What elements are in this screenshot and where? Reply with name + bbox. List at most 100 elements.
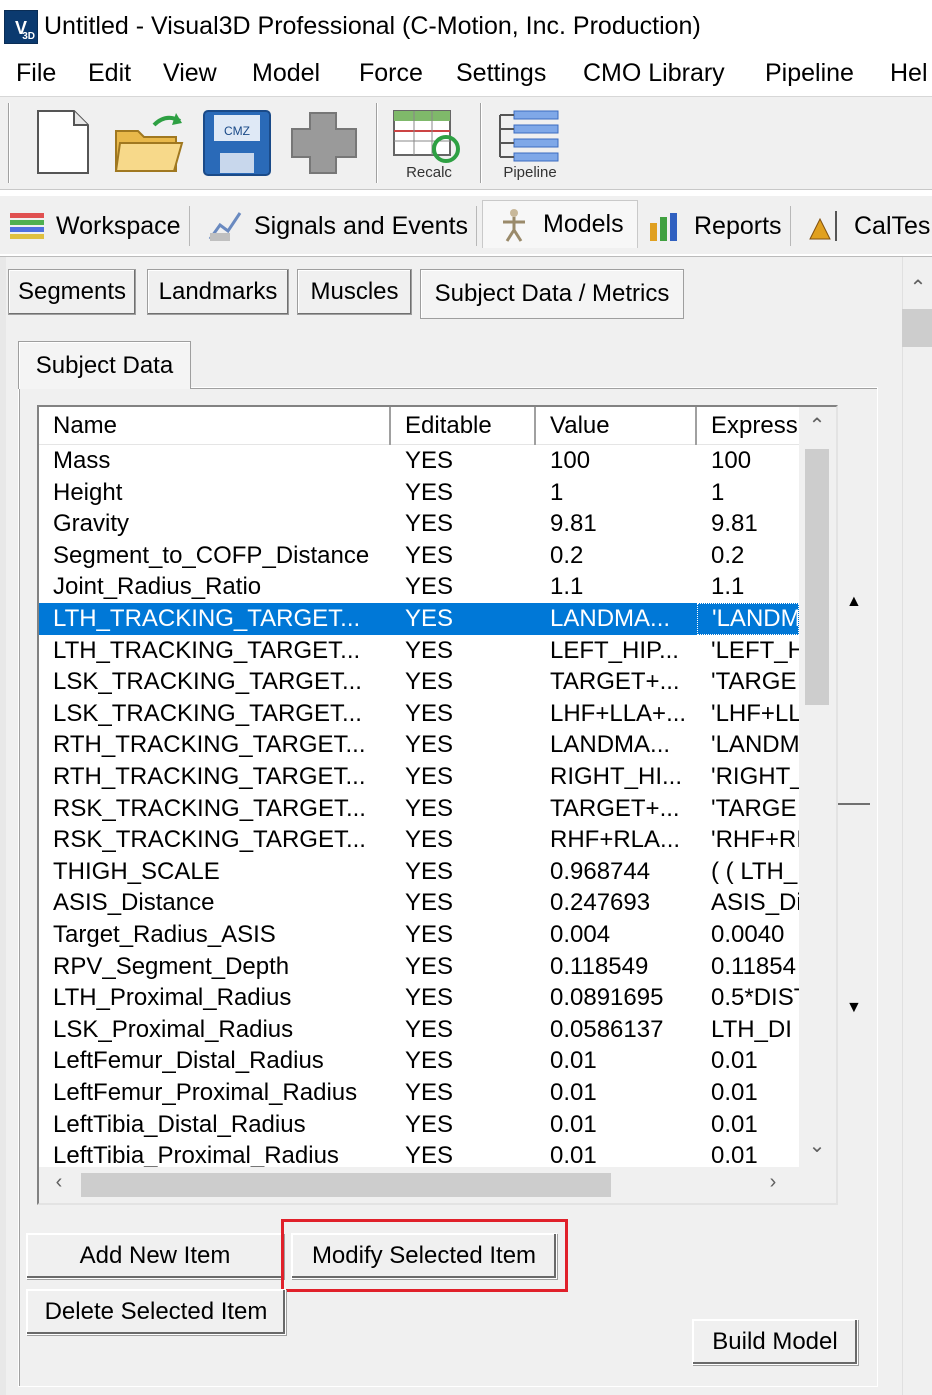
subtab-segments[interactable]: Segments (8, 269, 136, 315)
open-file-button[interactable] (110, 105, 186, 181)
panel-scrollbar[interactable] (902, 257, 932, 1395)
table-row[interactable]: LeftTibia_Proximal_Radius YES 0.01 0.01 (39, 1140, 799, 1167)
table-row[interactable]: LeftTibia_Distal_Radius YES 0.01 0.01 (39, 1109, 799, 1141)
subtab-subject-data-metrics[interactable]: Subject Data / Metrics (420, 269, 684, 319)
menu-force[interactable]: Force (359, 59, 423, 88)
table-row[interactable]: ASIS_Distance YES 0.247693 ASIS_Di (39, 887, 799, 919)
table-row[interactable]: RTH_TRACKING_TARGET... YES LANDMA... 'LANDM (39, 729, 799, 761)
recalc-button[interactable]: Recalc (388, 105, 470, 181)
cell-name: Mass (53, 447, 111, 474)
menu-file[interactable]: File (16, 59, 56, 88)
table-horizontal-thumb[interactable] (81, 1173, 611, 1197)
menu-cmo-library[interactable]: CMO Library (583, 59, 725, 88)
menu-edit[interactable]: Edit (88, 59, 131, 88)
cell-expression: 'LANDM (711, 731, 799, 759)
table-row[interactable]: Target_Radius_ASIS YES 0.004 0.0040 (39, 919, 799, 951)
tab-models[interactable]: Models (482, 200, 638, 248)
cell-editable: YES (405, 889, 454, 917)
cell-name: RSK_TRACKING_TARGET... (53, 826, 366, 854)
table-row[interactable]: LeftFemur_Proximal_Radius YES 0.01 0.01 (39, 1077, 799, 1109)
table-row[interactable]: RPV_Segment_Depth YES 0.118549 0.11854 (39, 951, 799, 983)
panel-scroll-thumb[interactable] (902, 309, 932, 347)
cell-editable: YES (405, 573, 454, 601)
panel-scroll-up-icon[interactable]: ⌃ (906, 275, 930, 300)
subtab-muscles[interactable]: Muscles (297, 269, 412, 315)
menu-pipeline[interactable]: Pipeline (765, 59, 854, 88)
pipeline-button[interactable]: Pipeline (490, 105, 570, 181)
table-row[interactable]: RSK_TRACKING_TARGET... YES RHF+RLA... 'RHF+… (39, 824, 799, 856)
tab-workspace[interactable]: Workspace (8, 206, 190, 246)
table-row[interactable]: LeftFemur_Distal_Radius YES 0.01 0.01 (39, 1045, 799, 1077)
cell-expression: 0.01 (711, 1047, 758, 1075)
models-panel: Segments Landmarks Muscles Subject Data … (0, 256, 932, 1395)
table-scroll-right-icon[interactable]: › (761, 1171, 785, 1194)
recalc-label: Recalc (406, 164, 452, 181)
cell-value: 0.01 (550, 1110, 597, 1138)
tab-subject-data[interactable]: Subject Data (18, 341, 191, 389)
subtab-landmarks[interactable]: Landmarks (147, 269, 289, 315)
cell-value: 9.81 (550, 510, 597, 538)
table-row[interactable]: THIGH_SCALE YES 0.968744 ( ( LTH_ (39, 856, 799, 888)
tab-signals-and-events[interactable]: Signals and Events (206, 206, 478, 246)
cell-name: Target_Radius_ASIS (53, 921, 276, 948)
table-row[interactable]: Height YES 1 1 (39, 477, 799, 509)
table-row[interactable]: LSK_Proximal_Radius YES 0.0586137 LTH_DI (39, 1014, 799, 1046)
tab-caltest[interactable]: CalTes (806, 206, 932, 246)
cell-value: 0.01 (550, 1079, 597, 1106)
pipeline-icon (499, 110, 559, 162)
table-row[interactable]: Mass YES 100 100 (39, 445, 799, 477)
move-down-arrow-icon[interactable]: ▼ (846, 999, 862, 1017)
move-up-arrow-icon[interactable]: ▲ (846, 593, 862, 611)
save-cmz-button[interactable]: CMZ (200, 105, 276, 181)
cell-value: 0.004 (550, 921, 611, 948)
menu-view[interactable]: View (163, 59, 217, 88)
column-header-name[interactable]: Name (39, 407, 391, 445)
cell-name: RTH_TRACKING_TARGET... (53, 731, 366, 759)
column-header-value[interactable]: Value (536, 407, 697, 445)
cell-name: LSK_TRACKING_TARGET... (53, 699, 362, 727)
new-file-button[interactable] (28, 105, 104, 181)
delete-selected-item-button[interactable]: Delete Selected Item (26, 1289, 286, 1335)
cell-value: 1.1 (550, 573, 584, 601)
column-header-expression[interactable]: Express (697, 407, 799, 445)
table-row[interactable]: Gravity YES 9.81 9.81 (39, 508, 799, 540)
menu-model[interactable]: Model (252, 59, 320, 88)
tab-reports[interactable]: Reports (646, 206, 791, 246)
menu-help[interactable]: Hel (890, 59, 928, 88)
cell-expression: 0.11854 (711, 952, 796, 980)
add-new-item-button[interactable]: Add New Item (26, 1233, 284, 1279)
table-scroll-up-icon[interactable]: ⌃ (805, 413, 829, 438)
subject-data-table[interactable]: Name Editable Value Express Mass YES 100 10… (37, 405, 838, 1205)
cell-editable: YES (405, 605, 454, 632)
cell-value: 0.118549 (550, 952, 649, 980)
table-vertical-scrollbar[interactable]: ⌃ ⌄ (799, 407, 836, 1167)
table-row[interactable]: LTH_TRACKING_TARGET... YES LEFT_HIP... 'LEF… (39, 635, 799, 667)
table-row[interactable]: Joint_Radius_Ratio YES 1.1 1.1 (39, 571, 799, 603)
table-scroll-down-icon[interactable]: ⌄ (805, 1133, 829, 1158)
cell-expression: 'TARGE (711, 794, 797, 822)
build-model-button[interactable]: Build Model (692, 1319, 858, 1365)
table-horizontal-scrollbar[interactable]: ‹ › (39, 1167, 799, 1203)
menu-settings[interactable]: Settings (456, 59, 546, 88)
table-row[interactable]: RTH_TRACKING_TARGET... YES RIGHT_HI... 'RIG… (39, 761, 799, 793)
table-row[interactable]: LTH_TRACKING_TARGET... YES LANDMA... 'LANDM (39, 603, 799, 635)
cell-value: TARGET+... (550, 794, 680, 822)
cell-value: LANDMA... (550, 605, 671, 632)
table-vertical-thumb[interactable] (805, 449, 829, 705)
skeleton-model-icon (503, 208, 525, 242)
table-row[interactable]: LSK_TRACKING_TARGET... YES LHF+LLA+... 'LHF… (39, 698, 799, 730)
disabled-toolbar-button[interactable] (286, 105, 362, 181)
table-row[interactable]: LTH_Proximal_Radius YES 0.0891695 0.5*DIST (39, 982, 799, 1014)
table-row[interactable]: RSK_TRACKING_TARGET... YES TARGET+... 'TARG… (39, 793, 799, 825)
scrollbar-corner (799, 1167, 836, 1203)
cell-expression: 0.2 (711, 541, 745, 569)
table-row[interactable]: LSK_TRACKING_TARGET... YES TARGET+... 'TARG… (39, 666, 799, 698)
cell-editable: YES (405, 668, 454, 696)
toolbar-separator (480, 103, 482, 183)
cell-name: LeftTibia_Distal_Radius (53, 1110, 306, 1138)
table-scroll-left-icon[interactable]: ‹ (47, 1171, 71, 1194)
column-header-editable[interactable]: Editable (391, 407, 536, 445)
cell-editable: YES (405, 1142, 454, 1167)
signals-icon (208, 212, 242, 241)
table-row[interactable]: Segment_to_COFP_Distance YES 0.2 0.2 (39, 540, 799, 572)
